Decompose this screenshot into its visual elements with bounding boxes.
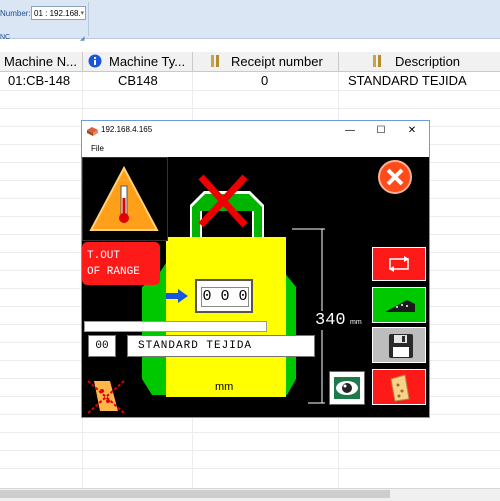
minimize-button[interactable]: — [339, 123, 361, 139]
disabled-fabric-icon[interactable] [86, 377, 126, 415]
temperature-alarm-badge: T.OUT OF RANGE [82, 242, 160, 285]
dialog-menu-bar: File [82, 141, 429, 157]
arrow-right-icon [166, 289, 188, 303]
needle-bed-icon [385, 300, 415, 312]
dimension-value: 340 [315, 311, 346, 330]
maximize-button[interactable]: ☐ [370, 123, 392, 139]
grid-line [0, 108, 500, 109]
red-x-icon [198, 174, 248, 228]
body-unit-label: mm [215, 381, 234, 393]
spool-icon [211, 55, 219, 67]
column-header-receipt-number[interactable]: Receipt number [193, 52, 339, 71]
info-icon [88, 54, 102, 68]
cell-description: STANDARD TEJIDA [348, 73, 467, 88]
needles-button[interactable] [372, 287, 426, 323]
column-header-machine-type[interactable]: Machine Ty... [83, 52, 193, 71]
program-name-field[interactable]: STANDARD TEJIDA [127, 335, 315, 357]
column-header-machine-number[interactable]: Machine N... [0, 52, 83, 71]
close-window-button[interactable]: ✕ [401, 123, 423, 139]
alarm-panel [82, 157, 168, 241]
grid-line [0, 450, 500, 451]
grid-line [0, 90, 500, 91]
table-row[interactable]: 01:CB-148 CB148 0 STANDARD TEJIDA [0, 72, 500, 90]
eye-icon [334, 377, 360, 399]
grid-line [0, 432, 500, 433]
grid-header: Machine N... Machine Ty... Receipt numbe… [0, 52, 500, 72]
cell-machine-type: CB148 [118, 73, 158, 88]
cell-machine-number: 01:CB-148 [8, 73, 71, 88]
cell-receipt-number: 0 [261, 73, 269, 88]
grid-line [0, 468, 500, 469]
counter-display[interactable]: 0 0 0 [195, 279, 253, 313]
alarm-text-line1: T.OUT [87, 250, 121, 262]
counter-value: 0 0 0 [201, 287, 249, 307]
machine-display-canvas: T.OUT OF RANGE 0 0 0 340 mm 00 STANDARD … [82, 157, 429, 417]
dialog-title-bar[interactable]: 192.168.4.165 — ☐ ✕ [82, 121, 429, 141]
app-icon [87, 127, 98, 136]
ribbon-group-expand-icon[interactable]: ◢ [80, 35, 85, 42]
ribbon-group-label: NC [0, 34, 11, 41]
menu-item-file[interactable]: File [91, 144, 104, 153]
fabric-button[interactable] [372, 369, 426, 405]
ribbon-toolbar: Number: 01 : 192.168. ▾ NC ◢ [0, 0, 500, 42]
fabric-roll-icon [390, 374, 410, 402]
status-bar [84, 321, 267, 332]
ribbon-separator [88, 2, 89, 36]
swap-button[interactable] [372, 247, 426, 281]
thermometer-warning-icon[interactable] [89, 166, 159, 232]
machine-number-combo[interactable]: 01 : 192.168. ▾ [31, 6, 86, 20]
column-header-description[interactable]: Description [339, 52, 500, 71]
alarm-text-line2: OF RANGE [87, 266, 140, 278]
chevron-down-icon[interactable]: ▾ [80, 7, 84, 21]
floppy-disk-icon [389, 334, 413, 358]
program-number-field[interactable]: 00 [88, 335, 116, 357]
horizontal-scrollbar-thumb[interactable] [0, 490, 390, 498]
save-button[interactable] [372, 327, 426, 363]
view-button[interactable] [329, 371, 365, 405]
machine-number-combo-value: 01 : 192.168. [34, 9, 81, 18]
number-label: Number: [0, 9, 31, 18]
close-circle-icon[interactable] [377, 159, 413, 195]
machine-dialog-window: 192.168.4.165 — ☐ ✕ File T.OUT OF RANGE … [81, 120, 430, 418]
swap-arrows-icon [389, 256, 409, 272]
dimension-unit: mm [350, 319, 362, 326]
machine-body [166, 237, 286, 397]
spool-icon [373, 55, 381, 67]
dialog-title: 192.168.4.165 [101, 125, 153, 134]
